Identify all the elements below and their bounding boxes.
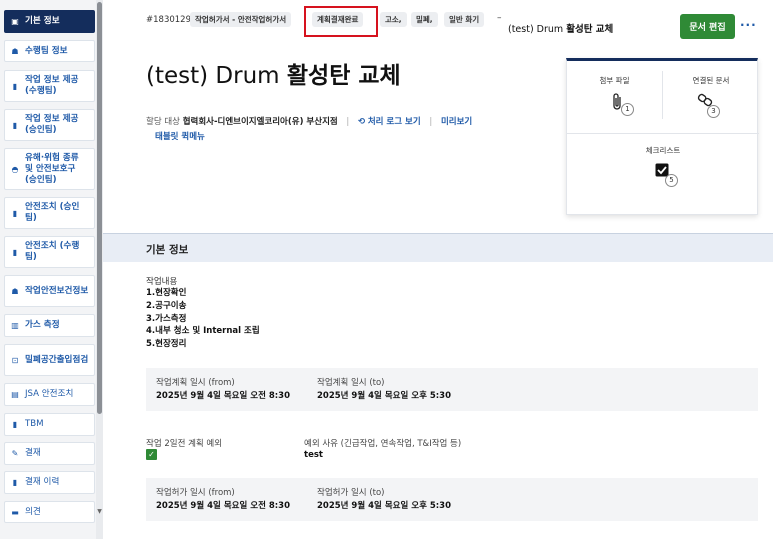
- section-title: 기본 정보: [146, 244, 189, 256]
- highlight-box: [304, 6, 378, 37]
- sidebar-item-comments[interactable]: ▬ 의견: [4, 501, 95, 523]
- checklist-cell[interactable]: 체크리스트: [567, 145, 759, 156]
- info-card: 첨부 파일 1 연결된 문서 3 체크리스트 5: [566, 58, 759, 215]
- meta-row: 할당 대상 협력회사-디엔브이지엘코리아(유) 부산지점 | ⟲ 처리 로그 보…: [146, 115, 472, 127]
- list-item: 4.내부 청소 및 Internal 조립: [146, 326, 260, 337]
- enter-icon: ⊡: [11, 355, 19, 365]
- sidebar-item-work-safety-health[interactable]: ☗ 작업안전보건정보: [4, 275, 95, 307]
- document-id: #1830129: [146, 15, 191, 25]
- separator: |: [429, 117, 433, 127]
- work-content-label: 작업내용: [146, 277, 178, 287]
- sidebar-item-work-info-performer[interactable]: ▮ 작업 정보 제공 (수행팀): [4, 70, 95, 102]
- clipboard-icon: ▣: [11, 17, 19, 26]
- assign-label: 할당 대상: [146, 117, 180, 127]
- document-icon: ▮: [12, 247, 18, 257]
- list-item: 1.현장확인: [146, 288, 187, 298]
- document-icon: ▮: [12, 81, 18, 91]
- document-icon: ▮: [12, 420, 18, 429]
- tag-hot-work: 일반 화기: [444, 12, 485, 27]
- section-header: [103, 234, 773, 262]
- sidebar-item-team-info[interactable]: ☗ 수행팀 정보: [4, 40, 95, 62]
- header-title: (test) Drum 활성탄 교체: [508, 24, 614, 35]
- sidebar-item-safety-performer[interactable]: ▮ 안전조치 (수행팀): [4, 236, 95, 268]
- tag-confined: 밀폐,: [411, 12, 438, 27]
- sidebar-item-approval-history[interactable]: ▮ 결재 이력: [4, 471, 95, 494]
- linked-docs-cell[interactable]: 연결된 문서: [663, 75, 759, 86]
- lock-icon: ▤: [11, 390, 19, 399]
- card-divider: [567, 133, 759, 134]
- preview-link[interactable]: 미리보기: [441, 117, 472, 127]
- sidebar-item-jsa[interactable]: ▤ JSA 안전조치: [4, 383, 95, 406]
- team-icon: ☗: [11, 46, 19, 56]
- permit-from-value: 2025년 9월 4일 목요일 오전 8:30: [156, 501, 290, 511]
- sidebar-item-basic-info[interactable]: ▣ 기본 정보: [4, 10, 95, 33]
- checklist-count-badge: 5: [665, 174, 678, 187]
- document-icon: ▮: [12, 478, 18, 487]
- exception-reason-label: 예외 사유 (긴급작업, 연속작업, T&I작업 등): [304, 439, 462, 449]
- sidebar-scroll-thumb[interactable]: [97, 2, 102, 414]
- pre-plan-exception-label: 작업 2일전 계획 예외: [146, 439, 223, 449]
- sidebar-item-gas-measurement[interactable]: ▥ 가스 측정: [4, 314, 95, 337]
- assign-value: 협력회사-디엔브이지엘코리아(유) 부산지점: [182, 117, 338, 127]
- sidebar-item-approval[interactable]: ✎ 결재: [4, 442, 95, 465]
- sidebar-item-safety-approver[interactable]: ▮ 안전조치 (승인팀): [4, 197, 95, 229]
- separator: |: [346, 117, 350, 127]
- gas-icon: ▥: [11, 321, 19, 330]
- work-plan-box: 작업계획 일시 (from) 2025년 9월 4일 목요일 오전 8:30 작…: [146, 368, 758, 411]
- plan-to-label: 작업계획 일시 (to): [317, 378, 385, 388]
- plan-from-label: 작업계획 일시 (from): [156, 378, 235, 388]
- page-title: (test) Drum 활성탄 교체: [146, 63, 401, 89]
- document-icon: ▮: [12, 208, 18, 218]
- plan-to-value: 2025년 9월 4일 목요일 오후 5:30: [317, 391, 451, 401]
- more-options-icon[interactable]: ···: [740, 18, 757, 32]
- sidebar: ▣ 기본 정보 ☗ 수행팀 정보 ▮ 작업 정보 제공 (수행팀) ▮ 작업 정…: [0, 0, 103, 539]
- sidebar-item-tbm[interactable]: ▮ TBM: [4, 413, 95, 436]
- document-icon: ▮: [12, 120, 18, 130]
- comment-icon: ▬: [11, 507, 19, 517]
- list-item: 3.가스측정: [146, 313, 187, 324]
- history-icon[interactable]: ⟲: [358, 117, 365, 127]
- work-permit-box: 작업허가 일시 (from) 2025년 9월 4일 목요일 오전 8:30 작…: [146, 478, 758, 521]
- permit-to-label: 작업허가 일시 (to): [317, 488, 385, 498]
- pen-icon: ✎: [11, 449, 19, 458]
- work-content-list: 1.현장확인 2.공구이송 3.가스측정 4.내부 청소 및 Internal …: [146, 287, 260, 351]
- header-dash: –: [497, 13, 502, 23]
- plan-from-value: 2025년 9월 4일 목요일 오전 8:30: [156, 391, 290, 401]
- attachments-count-badge: 1: [621, 103, 634, 116]
- permit-from-label: 작업허가 일시 (from): [156, 488, 235, 498]
- sidebar-item-hazards-ppe[interactable]: ◓ 유해·위험 종류 및 안전보호구 (승인팀): [4, 148, 95, 190]
- linked-count-badge: 3: [707, 105, 720, 118]
- attachments-cell[interactable]: 첨부 파일: [567, 75, 662, 86]
- sidebar-item-work-info-approver[interactable]: ▮ 작업 정보 제공 (승인팀): [4, 109, 95, 141]
- sidebar-item-confined-space[interactable]: ⊡ 밀폐공간출입점검: [4, 344, 95, 376]
- tag-permit-type: 작업허가서 - 안전작업허가서: [190, 12, 292, 27]
- edit-document-button[interactable]: 문서 편집: [680, 14, 735, 39]
- list-item: 2.공구이송: [146, 300, 187, 311]
- list-item: 5.현장정리: [146, 339, 187, 350]
- goggles-icon: ◓: [11, 164, 19, 174]
- exception-reason-value: test: [304, 450, 323, 460]
- permit-to-value: 2025년 9월 4일 목요일 오후 5:30: [317, 501, 451, 511]
- process-log-link[interactable]: 처리 로그 보기: [368, 117, 421, 127]
- tag-height: 고소,: [380, 12, 407, 27]
- pre-plan-exception-checkbox: ✓: [146, 449, 157, 460]
- team-icon: ☗: [11, 286, 19, 296]
- scroll-down-arrow-icon[interactable]: ▼: [96, 508, 103, 515]
- tablet-quick-menu-link[interactable]: 태블릿 퀵메뉴: [155, 130, 205, 142]
